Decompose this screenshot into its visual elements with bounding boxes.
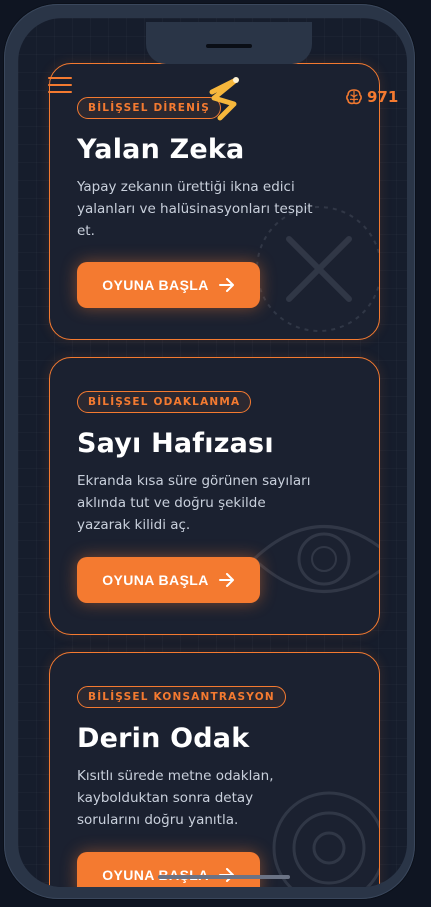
start-button-label: OYUNA BAŞLA [102, 572, 209, 588]
arrow-right-icon [218, 573, 234, 587]
notch-speaker [206, 44, 252, 48]
score-value: 971 [367, 88, 399, 106]
phone-frame: 971 BİLİŞSEL DİRENİŞ Yalan Zeka Yapay ze… [4, 4, 415, 899]
phone-notch [146, 22, 312, 64]
zigzag-logo [209, 77, 239, 121]
game-description: Yapay zekanın ürettiği ikna edici yalanl… [77, 179, 313, 239]
start-game-button[interactable]: OYUNA BAŞLA [77, 262, 260, 308]
start-button-label: OYUNA BAŞLA [102, 277, 209, 293]
game-title: Yalan Zeka [77, 134, 245, 165]
hamburger-icon [48, 77, 72, 79]
game-card-sayi-hafizasi: BİLİŞSEL ODAKLANMA Sayı Hafızası Ekranda… [49, 357, 380, 635]
arrow-right-icon [218, 278, 234, 292]
start-game-button[interactable]: OYUNA BAŞLA [77, 557, 260, 603]
start-game-button[interactable]: OYUNA BAŞLA [77, 852, 260, 887]
game-title: Derin Odak [77, 723, 250, 754]
app-screen: 971 BİLİŞSEL DİRENİŞ Yalan Zeka Yapay ze… [18, 18, 407, 887]
score-display: 971 [345, 88, 398, 106]
game-title: Sayı Hafızası [77, 428, 274, 459]
game-description: Kısıtlı sürede metne odaklan, kayboldukt… [77, 768, 274, 828]
category-badge: BİLİŞSEL KONSANTRASYON [77, 686, 286, 708]
menu-button[interactable] [48, 74, 72, 94]
home-indicator[interactable] [158, 875, 290, 879]
category-badge: BİLİŞSEL ODAKLANMA [77, 391, 252, 413]
game-description: Ekranda kısa süre görünen sayıları aklın… [77, 473, 311, 533]
brain-icon [346, 89, 362, 105]
game-card-derin-odak: BİLİŞSEL KONSANTRASYON Derin Odak Kısıtl… [49, 652, 380, 887]
